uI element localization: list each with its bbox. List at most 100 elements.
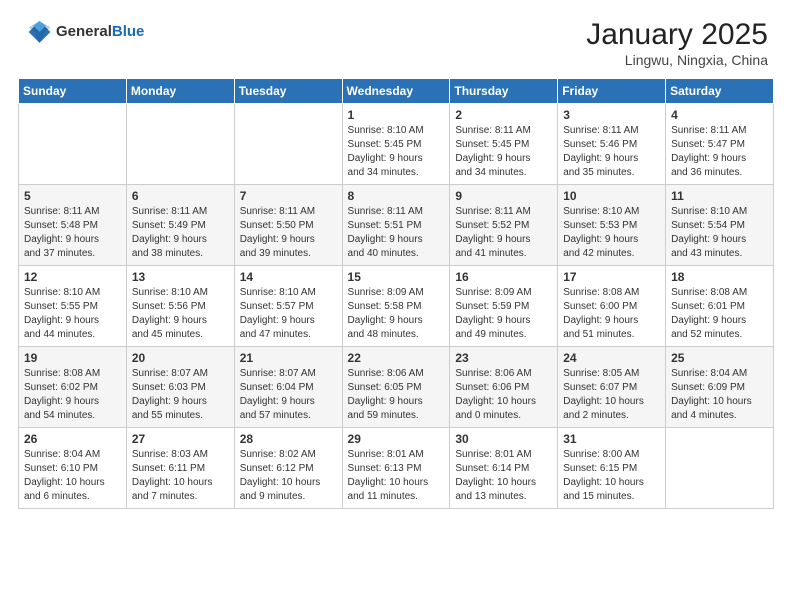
calendar-cell: 12 Sunrise: 8:10 AM Sunset: 5:55 PM Dayli… (19, 266, 127, 347)
calendar-cell: 26Sunrise: 8:04 AM Sunset: 6:10 PM Dayli… (19, 428, 127, 509)
calendar-cell: 11Sunrise: 8:10 AM Sunset: 5:54 PM Dayli… (666, 185, 774, 266)
day-info: Sunrise: 8:11 AM Sunset: 5:46 PM Dayligh… (563, 124, 660, 180)
calendar-cell: 6 Sunrise: 8:11 AM Sunset: 5:49 PM Daylig… (126, 185, 234, 266)
day-info: Sunrise: 8:11 AM Sunset: 5:47 PM Dayligh… (671, 124, 768, 180)
day-number: 7 (240, 189, 337, 203)
calendar-cell: 31Sunrise: 8:00 AM Sunset: 6:15 PM Dayli… (558, 428, 666, 509)
calendar-cell: 22 Sunrise: 8:06 AM Sunset: 6:05 PM Dayli… (342, 347, 450, 428)
day-info: Sunrise: 8:11 AM Sunset: 5:45 PM Dayligh… (455, 124, 552, 180)
day-number: 19 (24, 351, 121, 365)
calendar-cell: 7 Sunrise: 8:11 AM Sunset: 5:50 PM Daylig… (234, 185, 342, 266)
calendar-week-row: 19 Sunrise: 8:08 AM Sunset: 6:02 PM Dayli… (19, 347, 774, 428)
day-info: Sunrise: 8:07 AM Sunset: 6:04 PM Dayligh… (240, 367, 337, 423)
calendar-cell: 18 Sunrise: 8:08 AM Sunset: 6:01 PM Dayli… (666, 266, 774, 347)
logo-blue: Blue (112, 23, 145, 40)
day-number: 17 (563, 270, 660, 284)
day-number: 20 (132, 351, 229, 365)
weekday-header: Monday (126, 79, 234, 104)
day-info: Sunrise: 8:06 AM Sunset: 6:05 PM Dayligh… (348, 367, 445, 423)
day-number: 3 (563, 108, 660, 122)
day-info: Sunrise: 8:05 AM Sunset: 6:07 PM Dayligh… (563, 367, 660, 423)
day-number: 1 (348, 108, 445, 122)
day-number: 4 (671, 108, 768, 122)
day-info: Sunrise: 8:11 AM Sunset: 5:49 PM Dayligh… (132, 205, 229, 261)
day-number: 2 (455, 108, 552, 122)
calendar-cell: 1 Sunrise: 8:10 AM Sunset: 5:45 PM Daylig… (342, 104, 450, 185)
day-info: Sunrise: 8:09 AM Sunset: 5:59 PM Dayligh… (455, 286, 552, 342)
day-number: 24 (563, 351, 660, 365)
day-info: Sunrise: 8:00 AM Sunset: 6:15 PM Dayligh… (563, 448, 660, 504)
day-number: 13 (132, 270, 229, 284)
calendar-cell: 28Sunrise: 8:02 AM Sunset: 6:12 PM Dayli… (234, 428, 342, 509)
day-info: Sunrise: 8:08 AM Sunset: 6:00 PM Dayligh… (563, 286, 660, 342)
calendar-cell: 20 Sunrise: 8:07 AM Sunset: 6:03 PM Dayli… (126, 347, 234, 428)
day-info: Sunrise: 8:01 AM Sunset: 6:14 PM Dayligh… (455, 448, 552, 504)
calendar-week-row: 12 Sunrise: 8:10 AM Sunset: 5:55 PM Dayli… (19, 266, 774, 347)
calendar-cell: 21 Sunrise: 8:07 AM Sunset: 6:04 PM Dayli… (234, 347, 342, 428)
day-number: 18 (671, 270, 768, 284)
day-info: Sunrise: 8:08 AM Sunset: 6:01 PM Dayligh… (671, 286, 768, 342)
day-info: Sunrise: 8:11 AM Sunset: 5:48 PM Dayligh… (24, 205, 121, 261)
calendar-body: 1 Sunrise: 8:10 AM Sunset: 5:45 PM Daylig… (19, 104, 774, 509)
calendar: SundayMondayTuesdayWednesdayThursdayFrid… (18, 78, 774, 509)
day-number: 22 (348, 351, 445, 365)
day-info: Sunrise: 8:08 AM Sunset: 6:02 PM Dayligh… (24, 367, 121, 423)
calendar-cell: 16 Sunrise: 8:09 AM Sunset: 5:59 PM Dayli… (450, 266, 558, 347)
day-number: 29 (348, 432, 445, 446)
day-number: 25 (671, 351, 768, 365)
day-info: Sunrise: 8:09 AM Sunset: 5:58 PM Dayligh… (348, 286, 445, 342)
calendar-cell: 15 Sunrise: 8:09 AM Sunset: 5:58 PM Dayli… (342, 266, 450, 347)
calendar-cell: 9Sunrise: 8:11 AM Sunset: 5:52 PM Daylig… (450, 185, 558, 266)
day-info: Sunrise: 8:10 AM Sunset: 5:45 PM Dayligh… (348, 124, 445, 180)
calendar-cell (666, 428, 774, 509)
day-number: 23 (455, 351, 552, 365)
day-number: 11 (671, 189, 768, 203)
day-number: 12 (24, 270, 121, 284)
day-number: 10 (563, 189, 660, 203)
calendar-cell: 13 Sunrise: 8:10 AM Sunset: 5:56 PM Dayli… (126, 266, 234, 347)
title-block: January 2025 Lingwu, Ningxia, China (586, 18, 768, 68)
calendar-week-row: 26Sunrise: 8:04 AM Sunset: 6:10 PM Dayli… (19, 428, 774, 509)
calendar-cell: 2 Sunrise: 8:11 AM Sunset: 5:45 PM Daylig… (450, 104, 558, 185)
calendar-cell (19, 104, 127, 185)
page: GeneralBlue January 2025 Lingwu, Ningxia… (0, 0, 792, 612)
day-info: Sunrise: 8:04 AM Sunset: 6:09 PM Dayligh… (671, 367, 768, 423)
calendar-cell (126, 104, 234, 185)
weekday-header: Friday (558, 79, 666, 104)
logo: GeneralBlue (24, 18, 144, 46)
logo-text: GeneralBlue (56, 24, 144, 41)
day-info: Sunrise: 8:10 AM Sunset: 5:55 PM Dayligh… (24, 286, 121, 342)
day-info: Sunrise: 8:01 AM Sunset: 6:13 PM Dayligh… (348, 448, 445, 504)
calendar-cell: 24 Sunrise: 8:05 AM Sunset: 6:07 PM Dayli… (558, 347, 666, 428)
day-number: 15 (348, 270, 445, 284)
calendar-week-row: 1 Sunrise: 8:10 AM Sunset: 5:45 PM Daylig… (19, 104, 774, 185)
calendar-cell: 27Sunrise: 8:03 AM Sunset: 6:11 PM Dayli… (126, 428, 234, 509)
day-info: Sunrise: 8:07 AM Sunset: 6:03 PM Dayligh… (132, 367, 229, 423)
calendar-cell: 3 Sunrise: 8:11 AM Sunset: 5:46 PM Daylig… (558, 104, 666, 185)
calendar-cell: 10Sunrise: 8:10 AM Sunset: 5:53 PM Dayli… (558, 185, 666, 266)
location: Lingwu, Ningxia, China (586, 52, 768, 68)
day-info: Sunrise: 8:10 AM Sunset: 5:57 PM Dayligh… (240, 286, 337, 342)
day-info: Sunrise: 8:10 AM Sunset: 5:56 PM Dayligh… (132, 286, 229, 342)
calendar-cell (234, 104, 342, 185)
logo-general: General (56, 23, 112, 40)
day-number: 21 (240, 351, 337, 365)
calendar-cell: 25 Sunrise: 8:04 AM Sunset: 6:09 PM Dayli… (666, 347, 774, 428)
day-info: Sunrise: 8:11 AM Sunset: 5:52 PM Dayligh… (455, 205, 552, 261)
day-number: 14 (240, 270, 337, 284)
weekday-header: Saturday (666, 79, 774, 104)
calendar-cell: 17 Sunrise: 8:08 AM Sunset: 6:00 PM Dayli… (558, 266, 666, 347)
day-number: 6 (132, 189, 229, 203)
calendar-week-row: 5 Sunrise: 8:11 AM Sunset: 5:48 PM Daylig… (19, 185, 774, 266)
calendar-cell: 14 Sunrise: 8:10 AM Sunset: 5:57 PM Dayli… (234, 266, 342, 347)
day-info: Sunrise: 8:11 AM Sunset: 5:50 PM Dayligh… (240, 205, 337, 261)
day-info: Sunrise: 8:11 AM Sunset: 5:51 PM Dayligh… (348, 205, 445, 261)
day-number: 26 (24, 432, 121, 446)
day-number: 16 (455, 270, 552, 284)
day-info: Sunrise: 8:02 AM Sunset: 6:12 PM Dayligh… (240, 448, 337, 504)
calendar-cell: 8Sunrise: 8:11 AM Sunset: 5:51 PM Daylig… (342, 185, 450, 266)
weekday-header: Thursday (450, 79, 558, 104)
day-number: 5 (24, 189, 121, 203)
month-title: January 2025 (586, 18, 768, 52)
calendar-cell: 5 Sunrise: 8:11 AM Sunset: 5:48 PM Daylig… (19, 185, 127, 266)
